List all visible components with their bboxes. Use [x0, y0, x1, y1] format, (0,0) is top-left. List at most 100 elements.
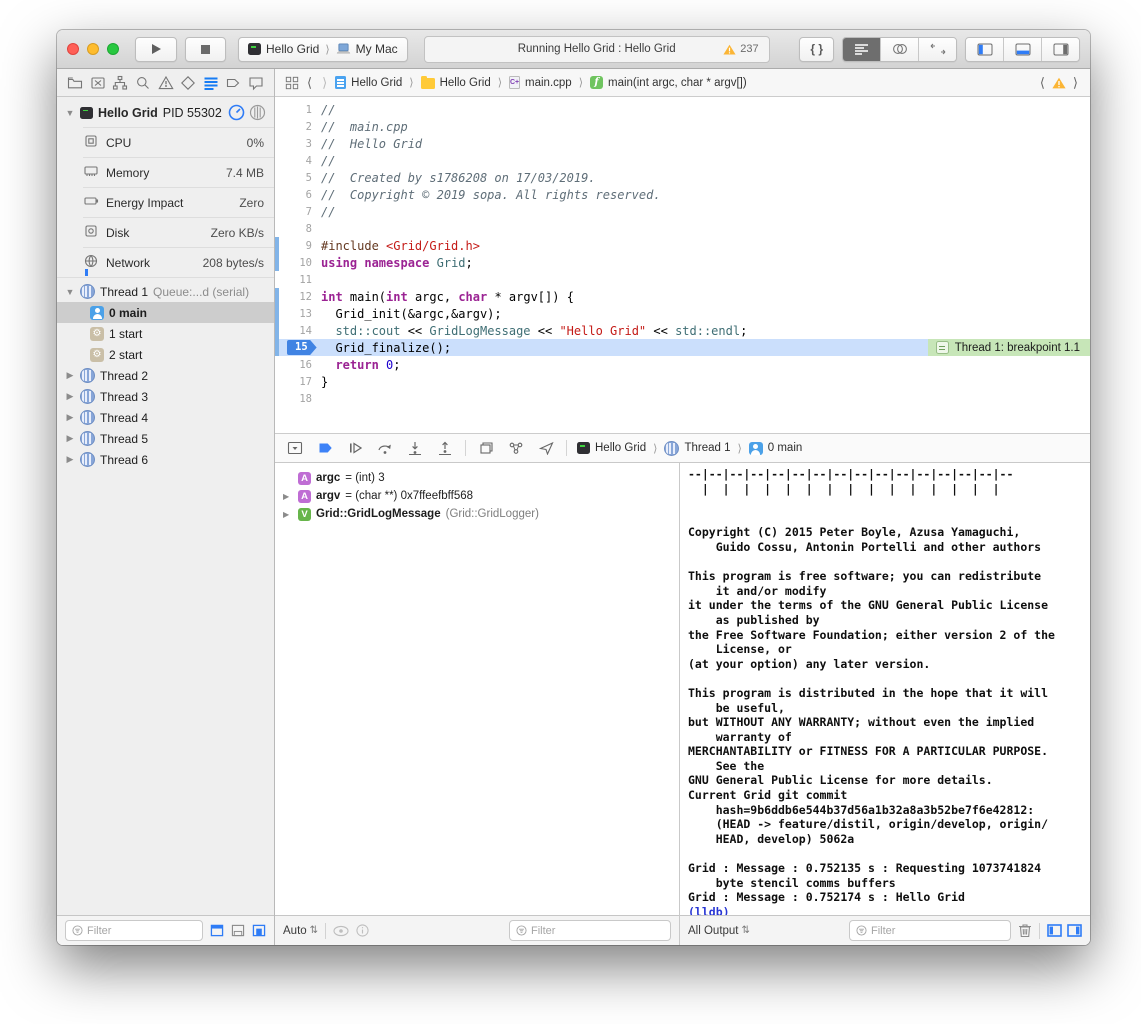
- process-row[interactable]: ▼ Hello Grid PID 55302: [57, 97, 274, 127]
- thread-list-item[interactable]: ▼Thread 1Queue:...d (serial): [57, 281, 274, 302]
- code-line[interactable]: 6// Copyright © 2019 sopa. All rights re…: [275, 186, 1090, 203]
- code-line[interactable]: 12int main(int argc, char * argv[]) {: [275, 288, 1090, 305]
- line-number[interactable]: 6: [275, 189, 321, 201]
- thread-list-item[interactable]: 0 main: [57, 302, 274, 323]
- assistant-editor-button[interactable]: [880, 38, 918, 61]
- thread-list-item[interactable]: ▶Thread 3: [57, 386, 274, 407]
- toggle-debug-area-button[interactable]: [1003, 38, 1041, 61]
- disclosure-closed-icon[interactable]: ▶: [65, 454, 75, 465]
- breakpoints-toggle-button[interactable]: [315, 438, 335, 458]
- next-issue-button[interactable]: ⟩: [1071, 75, 1080, 91]
- code-line[interactable]: 7//: [275, 203, 1090, 220]
- scheme-selector[interactable]: Hello Grid ⟩ My Mac: [238, 37, 408, 62]
- debug-view-hierarchy-button[interactable]: [476, 438, 496, 458]
- code-line[interactable]: 10using namespace Grid;: [275, 254, 1090, 271]
- line-number[interactable]: 1: [275, 104, 321, 116]
- run-button[interactable]: [135, 37, 177, 62]
- console-output[interactable]: --|--|--|--|--|--|--|--|--|--|--|--|--|-…: [680, 463, 1090, 915]
- go-forward-button[interactable]: ⟩: [320, 75, 329, 91]
- code-line[interactable]: 16 return 0;: [275, 356, 1090, 373]
- gauge-row-disk[interactable]: DiskZero KB/s: [83, 217, 274, 247]
- toggle-navigator-button[interactable]: [966, 38, 1003, 61]
- code-line[interactable]: 1//: [275, 101, 1090, 118]
- gauge-row-network[interactable]: Network208 bytes/s: [83, 247, 274, 277]
- code-line[interactable]: 13 Grid_init(&argc,&argv);: [275, 305, 1090, 322]
- line-number[interactable]: 7: [275, 206, 321, 218]
- minimize-window-button[interactable]: [87, 43, 99, 55]
- code-line[interactable]: 11: [275, 271, 1090, 288]
- code-line[interactable]: 2// main.cpp: [275, 118, 1090, 135]
- go-back-button[interactable]: ⟨: [305, 75, 314, 91]
- line-number[interactable]: 5: [275, 172, 321, 184]
- gauge-row-memory[interactable]: Memory7.4 MB: [83, 157, 274, 187]
- disclosure-open-icon[interactable]: ▼: [65, 287, 75, 297]
- zoom-window-button[interactable]: [107, 43, 119, 55]
- jumpbar-crumb[interactable]: Hello Grid: [421, 76, 491, 89]
- show-console-view-icon[interactable]: [1067, 924, 1082, 937]
- threads-toggle-icon[interactable]: [249, 104, 266, 121]
- disclosure-closed-icon[interactable]: ▶: [65, 433, 75, 444]
- thread-list-item[interactable]: ⚙2 start: [57, 344, 274, 365]
- thread-list-item[interactable]: ⚙1 start: [57, 323, 274, 344]
- variable-row[interactable]: ▶VGrid::GridLogMessage(Grid::GridLogger): [275, 505, 679, 523]
- variables-filter-field[interactable]: Filter: [509, 920, 671, 941]
- line-number[interactable]: 9: [275, 240, 321, 252]
- disclosure-closed-icon[interactable]: ▶: [65, 412, 75, 423]
- code-line[interactable]: 8: [275, 220, 1090, 237]
- simulate-location-button[interactable]: [536, 438, 556, 458]
- debug-navigator-icon[interactable]: [202, 74, 220, 92]
- issue-navigator-icon[interactable]: [157, 74, 175, 92]
- line-number[interactable]: 10: [275, 257, 321, 269]
- disclosure-open-icon[interactable]: ▼: [65, 108, 75, 118]
- close-window-button[interactable]: [67, 43, 79, 55]
- thread-list-item[interactable]: ▶Thread 2: [57, 365, 274, 386]
- view-mode-interesting-icon[interactable]: [252, 924, 266, 937]
- code-line[interactable]: 18: [275, 390, 1090, 407]
- debugbar-crumb[interactable]: Hello Grid: [577, 442, 646, 454]
- step-over-button[interactable]: [375, 438, 395, 458]
- line-number[interactable]: 12: [275, 291, 321, 303]
- code-line[interactable]: 5// Created by s1786208 on 17/03/2019.: [275, 169, 1090, 186]
- line-number[interactable]: 8: [275, 223, 321, 235]
- version-editor-button[interactable]: [918, 38, 956, 61]
- clear-console-trash-icon[interactable]: [1018, 923, 1032, 938]
- thread-list-item[interactable]: ▶Thread 6: [57, 449, 274, 470]
- step-into-button[interactable]: [405, 438, 425, 458]
- test-navigator-icon[interactable]: [179, 74, 197, 92]
- thread-list-item[interactable]: ▶Thread 4: [57, 407, 274, 428]
- line-number[interactable]: 15: [275, 340, 321, 355]
- navigator-filter-field[interactable]: Filter: [65, 920, 203, 941]
- code-line[interactable]: 3// Hello Grid: [275, 135, 1090, 152]
- variable-row[interactable]: ▶Aargv= (char **) 0x7ffeefbff568: [275, 487, 679, 505]
- line-number[interactable]: 18: [275, 393, 321, 405]
- line-number[interactable]: 17: [275, 376, 321, 388]
- disclosure-closed-icon[interactable]: ▶: [65, 391, 75, 402]
- debugbar-crumb[interactable]: 0 main: [749, 442, 803, 455]
- code-line[interactable]: 15 Grid_finalize();Thread 1: breakpoint …: [275, 339, 1090, 356]
- warning-count-badge[interactable]: 237: [723, 43, 758, 55]
- code-line[interactable]: 4//: [275, 152, 1090, 169]
- code-line[interactable]: 9#include <Grid/Grid.h>: [275, 237, 1090, 254]
- thread-list-item[interactable]: ▶Thread 5: [57, 428, 274, 449]
- library-button[interactable]: { }: [799, 37, 834, 62]
- debugbar-crumb[interactable]: Thread 1: [664, 441, 730, 456]
- console-output-popup[interactable]: All Output⇅: [688, 925, 750, 937]
- show-variables-view-icon[interactable]: [1047, 924, 1062, 937]
- line-number[interactable]: 4: [275, 155, 321, 167]
- disclosure-closed-icon[interactable]: ▶: [283, 492, 293, 501]
- line-number[interactable]: 16: [275, 359, 321, 371]
- standard-editor-button[interactable]: [843, 38, 880, 61]
- jumpbar-crumb[interactable]: fmain(int argc, char * argv[]): [590, 76, 747, 89]
- previous-issue-button[interactable]: ⟨: [1038, 75, 1047, 91]
- hide-debug-area-button[interactable]: [285, 438, 305, 458]
- breakpoint-badge[interactable]: 15: [287, 340, 317, 355]
- jumpbar-crumb[interactable]: C+main.cpp: [509, 76, 572, 89]
- quicklook-eye-icon[interactable]: [333, 925, 349, 937]
- source-editor[interactable]: 1//2// main.cpp3// Hello Grid4//5// Crea…: [275, 97, 1090, 434]
- warning-icon[interactable]: [1052, 77, 1066, 89]
- breakpoint-annotation[interactable]: Thread 1: breakpoint 1.1: [928, 339, 1090, 356]
- continue-button[interactable]: [345, 438, 365, 458]
- symbol-navigator-icon[interactable]: [111, 74, 129, 92]
- line-number[interactable]: 3: [275, 138, 321, 150]
- variables-list[interactable]: Aargc= (int) 3▶Aargv= (char **) 0x7ffeef…: [275, 463, 679, 915]
